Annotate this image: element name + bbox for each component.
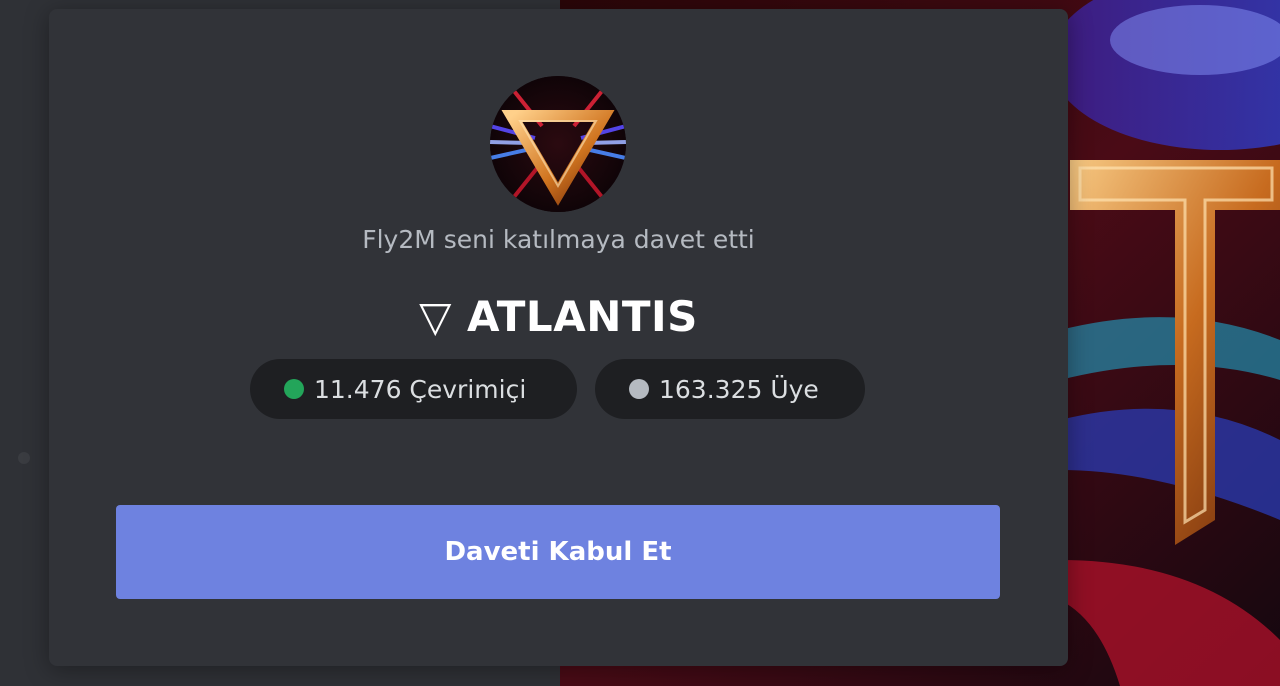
server-logo-icon [490,76,626,212]
server-name: ▽ ATLANTIS [419,292,698,341]
server-avatar [490,76,626,212]
online-count-text: 11.476 Çevrimiçi [314,374,527,404]
inviter-text: Fly2M seni katılmaya davet etti [362,225,755,254]
online-count-badge: 11.476 Çevrimiçi [250,359,577,419]
member-count-badge: 163.325 Üye [595,359,865,419]
invite-card: Fly2M seni katılmaya davet etti ▽ ATLANT… [49,9,1068,666]
member-status-icon [629,379,649,399]
background-dot [18,452,30,464]
member-count-text: 163.325 Üye [659,374,819,404]
accept-invite-button[interactable]: Daveti Kabul Et [116,505,1000,599]
online-status-icon [284,379,304,399]
